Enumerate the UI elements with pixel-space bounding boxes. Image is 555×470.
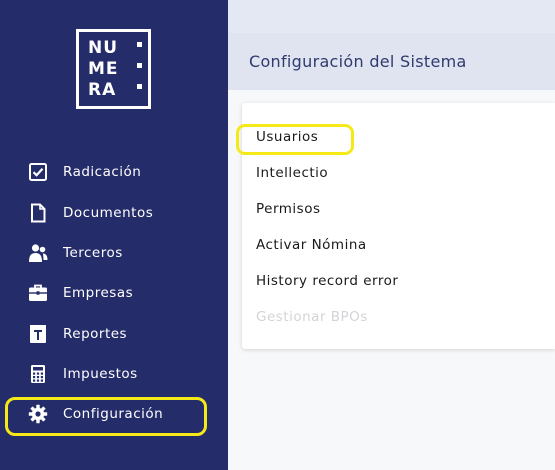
menu-item-history-record-error[interactable]: History record error [256,272,398,290]
config-menu: Usuarios Intellectio Permisos Activar Nó… [242,103,555,349]
sidebar-item-label: Empresas [63,285,134,301]
checkbox-icon [28,162,48,182]
users-icon [28,243,48,263]
menu-item-permisos[interactable]: Permisos [256,200,321,218]
briefcase-icon [28,283,48,303]
sidebar-item-label: Reportes [63,326,128,342]
document-icon [28,203,48,223]
sidebar-item-configuracion[interactable]: Configuración [0,399,228,429]
menu-item-intellectio[interactable]: Intellectio [256,164,328,182]
page-title: Configuración del Sistema [249,52,467,71]
report-icon [28,324,48,344]
logo-dot [137,63,142,68]
sidebar-item-documentos[interactable]: Documentos [0,198,228,228]
sidebar: NU ME RA Radicación Documentos Terceros … [0,0,228,470]
sidebar-item-radicacion[interactable]: Radicación [0,157,228,187]
menu-item-usuarios[interactable]: Usuarios [256,128,318,146]
sidebar-item-label: Impuestos [63,366,138,382]
numera-logo[interactable]: NU ME RA [76,29,151,109]
logo-row-2: ME [88,59,119,79]
sidebar-item-impuestos[interactable]: Impuestos [0,359,228,389]
logo-row-1: NU [88,38,119,58]
logo-dot [137,42,142,47]
calculator-icon [28,364,48,384]
top-bar [228,0,555,33]
sidebar-item-reportes[interactable]: Reportes [0,319,228,349]
menu-item-activar-nomina[interactable]: Activar Nómina [256,236,367,254]
menu-item-gestionar-bpos: Gestionar BPOs [256,309,368,325]
sidebar-item-label: Documentos [63,205,154,221]
page-header: Configuración del Sistema [228,33,555,90]
logo-dot [137,84,142,89]
logo-row-3: RA [88,80,117,100]
sidebar-item-label: Terceros [63,245,123,261]
sidebar-item-terceros[interactable]: Terceros [0,238,228,268]
sidebar-item-label: Configuración [63,406,164,422]
gear-icon [28,404,48,424]
sidebar-item-empresas[interactable]: Empresas [0,278,228,308]
sidebar-item-label: Radicación [63,164,142,180]
